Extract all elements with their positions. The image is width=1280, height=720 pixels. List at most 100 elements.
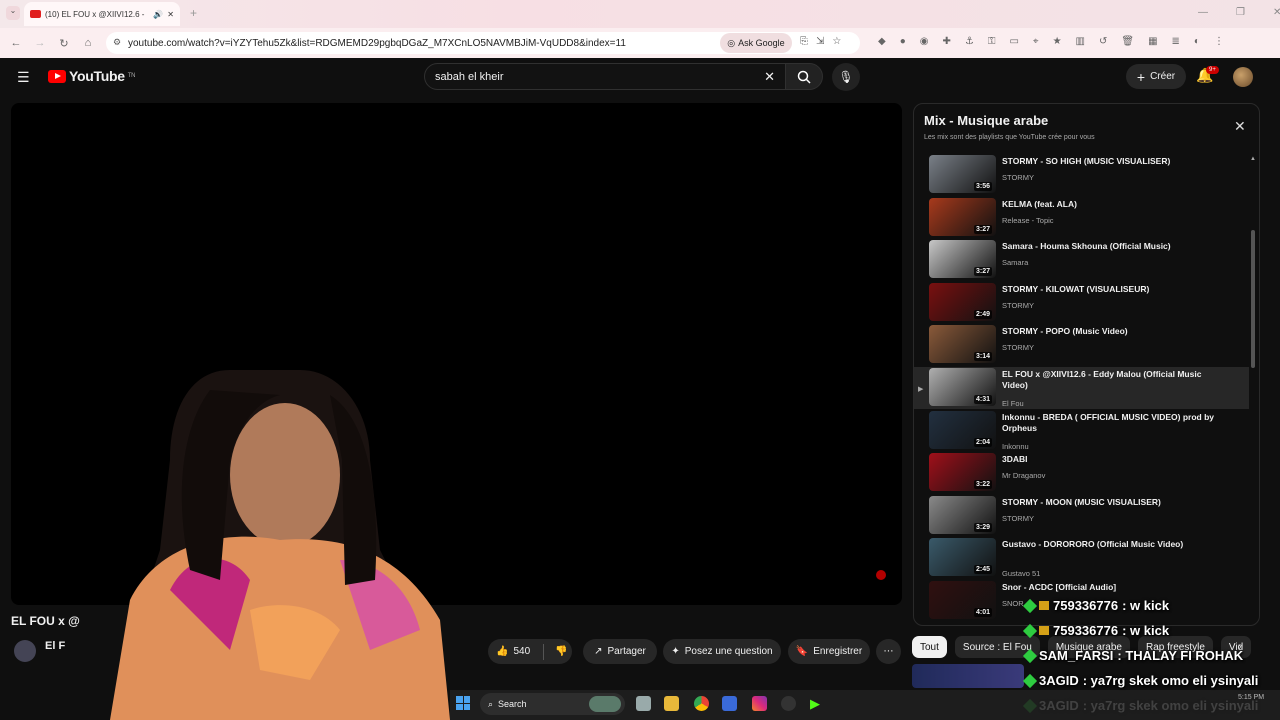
create-button[interactable]: + Créer (1126, 64, 1186, 89)
search-icon (797, 70, 811, 84)
tab-search-icon[interactable]: ⌄ (6, 6, 20, 20)
windows-start-icon[interactable] (456, 696, 470, 710)
playlist-item[interactable]: 3:22 3DABI Mr Draganov (914, 452, 1249, 494)
search-input[interactable]: sabah el kheir ✕ (424, 63, 786, 90)
grid-icon[interactable]: ▦ (1148, 36, 1157, 47)
playlist-item[interactable]: 3:14 STORMY - POPO (Music Video) STORMY (914, 324, 1249, 366)
youtube-logo[interactable]: YouTube TN (48, 68, 135, 84)
avatar[interactable] (1233, 67, 1253, 87)
profile-icon[interactable]: ◐ (1194, 36, 1200, 47)
forward-icon[interactable]: → (32, 37, 48, 49)
search-button[interactable] (785, 63, 823, 90)
save-button[interactable]: 🔖 Enregistrer (788, 639, 870, 664)
verified-badge-icon (1022, 673, 1038, 688)
bookmark-star-icon[interactable]: ☆ (832, 36, 841, 47)
playlist-scrollbar[interactable] (1251, 230, 1255, 368)
reload-icon[interactable]: ↻ (56, 37, 72, 50)
back-icon[interactable]: ← (8, 37, 24, 49)
sidebar-icon[interactable]: ▥ (1076, 36, 1085, 47)
playlist-item[interactable]: 3:29 STORMY - MOON (MUSIC VISUALISER) ST… (914, 495, 1249, 537)
plus-icon: + (1136, 68, 1146, 85)
puzzle-icon[interactable]: ✚ (942, 36, 950, 47)
playlist-item-channel: Samara (1002, 258, 1029, 268)
playlist-item[interactable]: 3:27 Samara - Houma Skhouna (Official Mu… (914, 239, 1249, 281)
video-thumbnail[interactable]: 4:01 (929, 581, 996, 619)
video-thumbnail[interactable]: 3:22 (929, 453, 996, 492)
video-thumbnail[interactable]: 3:14 (929, 325, 996, 364)
playlist-item[interactable]: 2:45 Gustavo - DORORORO (Official Music … (914, 537, 1249, 579)
playlist-item-title: STORMY - KILOWAT (VISUALISEUR) (1002, 283, 1150, 294)
star-icon[interactable]: ★ (1053, 36, 1062, 47)
task-view-icon[interactable] (636, 696, 651, 711)
related-video-thumbnail[interactable] (912, 664, 1024, 688)
video-thumbnail[interactable]: 3:56 (929, 155, 996, 193)
ask-google-button[interactable]: ◎ Ask Google (720, 33, 792, 53)
file-explorer-icon[interactable] (664, 696, 679, 711)
scroll-up-icon[interactable]: ▲ (1250, 156, 1256, 162)
new-tab-icon[interactable]: + (190, 6, 197, 20)
video-thumbnail[interactable]: 2:49 (929, 282, 996, 321)
channel-name[interactable]: El F (45, 640, 65, 652)
omnibox-actions: ⎘ ⇲ ☆ (800, 36, 841, 47)
chat-text: : ya7rg skek omo eli ysinyali (1082, 673, 1259, 688)
ask-question-button[interactable]: ✦ Posez une question (663, 639, 781, 664)
webcam-overlay (110, 370, 450, 720)
hamburger-menu-icon[interactable]: ☰ (17, 69, 30, 86)
share-button[interactable]: ↗ Partager (583, 639, 657, 664)
app-icon[interactable] (781, 696, 796, 711)
playlist-item-title: STORMY - MOON (MUSIC VISUALISER) (1002, 496, 1161, 507)
microphone-icon: 🎙 (838, 70, 854, 84)
video-thumbnail[interactable]: 2:45 (929, 538, 996, 577)
playlist-close-icon[interactable]: ✕ (1234, 118, 1246, 135)
home-icon[interactable]: ⌂ (80, 37, 96, 49)
menu-icon[interactable]: ⋮ (1214, 36, 1224, 47)
playlist-item-channel: El Fou (1002, 399, 1024, 408)
chrome-icon[interactable] (694, 696, 709, 711)
video-thumbnail[interactable]: 2:04 (929, 410, 996, 449)
tab-close-icon[interactable]: ✕ (167, 10, 174, 19)
tab-search-icon[interactable]: ≣ (1172, 36, 1180, 47)
url-text: youtube.com/watch?v=iYZYTehu5Zk&list=RDG… (128, 37, 626, 49)
video-thumbnail[interactable]: 3:27 (929, 197, 996, 236)
voice-search-button[interactable]: 🎙 (832, 63, 860, 91)
thumbs-down-icon[interactable]: 👎 (555, 646, 567, 657)
save-label: Enregistrer (813, 646, 863, 657)
trash-icon[interactable]: 🗑 (1121, 36, 1134, 47)
playlist-item-channel: Gustavo 51 (1002, 569, 1041, 579)
translate-icon[interactable]: ⎘ (800, 36, 808, 47)
speaker-icon[interactable]: 🔊 (153, 10, 163, 19)
more-actions-button[interactable]: ⋯ (876, 639, 901, 664)
like-button[interactable]: 👍 540 (496, 646, 530, 657)
extension-icon[interactable]: ⚿ (988, 36, 996, 47)
taskbar-search[interactable]: ⌕ Search (480, 693, 625, 715)
window-close-icon[interactable]: ✕ (1273, 7, 1280, 18)
video-thumbnail[interactable]: 3:27 (929, 240, 996, 279)
playlist-item-title: STORMY - POPO (Music Video) (1002, 326, 1128, 337)
extension-icon[interactable]: ▭ (1009, 36, 1018, 47)
playlist-item[interactable]: 3:27 KELMA (feat. ALA) Release - Topic (914, 197, 1249, 239)
minimize-icon[interactable]: — (1198, 7, 1208, 18)
instagram-icon[interactable] (752, 696, 767, 711)
site-info-icon[interactable]: ⚙ (113, 37, 121, 48)
install-icon[interactable]: ⇲ (816, 36, 824, 47)
store-icon[interactable] (722, 696, 737, 711)
filter-chip[interactable]: Tout (912, 636, 947, 658)
extension-icon[interactable]: ◆ (878, 36, 886, 47)
browser-tab[interactable]: (10) EL FOU x @XIIVI12.6 - 🔊 ✕ (24, 2, 180, 26)
extension-icon[interactable]: ◉ (920, 36, 929, 47)
channel-avatar[interactable] (14, 640, 36, 662)
playlist-item[interactable]: 2:49 STORMY - KILOWAT (VISUALISEUR) STOR… (914, 282, 1249, 324)
history-icon[interactable]: ↺ (1099, 36, 1107, 47)
extension-icon[interactable]: ⚓ (965, 36, 974, 47)
location-icon[interactable]: ⌖ (1033, 36, 1039, 47)
clear-search-icon[interactable]: ✕ (764, 69, 775, 85)
video-thumbnail[interactable]: 3:29 (929, 495, 996, 534)
playlist-item[interactable]: 4:31 EL FOU x @XIIVI12.6 - Eddy Malou (O… (914, 367, 1249, 409)
like-count: 540 (513, 646, 531, 657)
kick-icon[interactable]: ▶ (810, 696, 825, 711)
video-thumbnail[interactable]: 4:31 (929, 368, 996, 406)
playlist-item[interactable]: 3:56 STORMY - SO HIGH (MUSIC VISUALISER)… (914, 154, 1249, 196)
extension-icon[interactable]: ● (900, 36, 906, 47)
restore-icon[interactable]: ❐ (1236, 7, 1245, 18)
playlist-item[interactable]: 2:04 Inkonnu - BREDA ( OFFICIAL MUSIC VI… (914, 410, 1249, 452)
